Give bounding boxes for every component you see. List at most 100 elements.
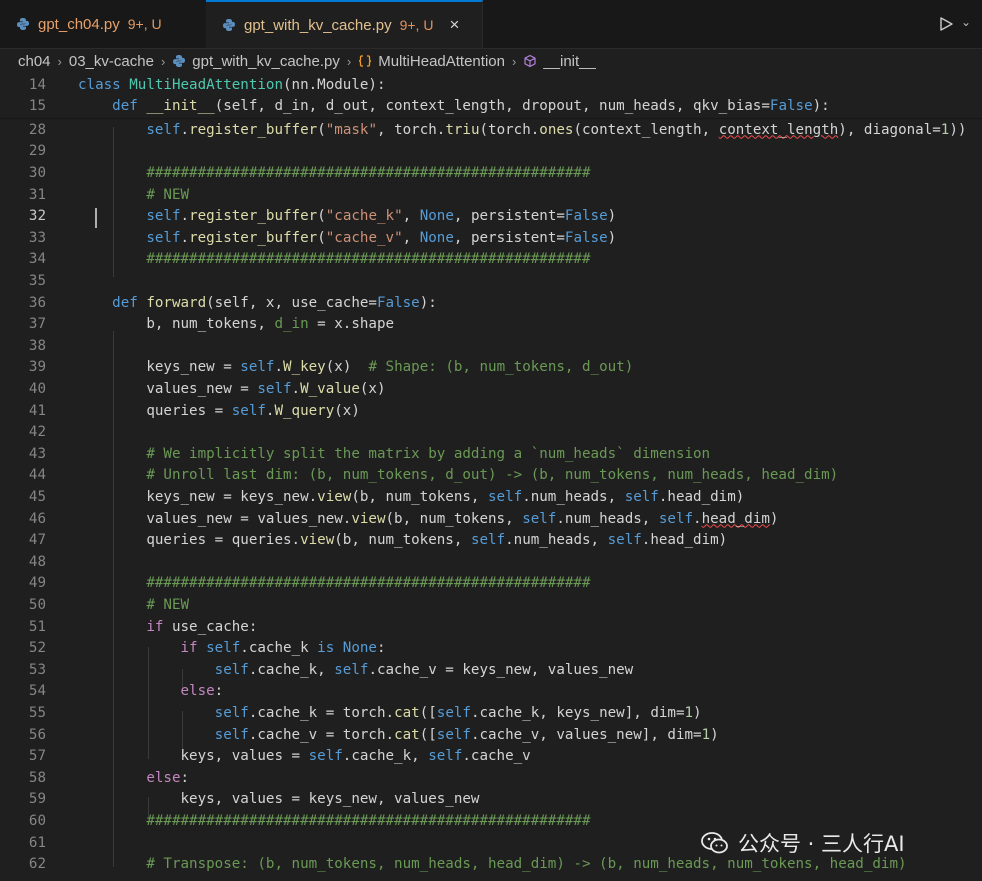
- code-token: False: [769, 98, 813, 115]
- code-line[interactable]: 52 if self.cache_k is None:: [0, 638, 982, 660]
- line-number: 60: [28, 812, 46, 829]
- code-token: values_new = values_new.: [78, 510, 352, 527]
- code-line[interactable]: 49 #####################################…: [0, 573, 982, 595]
- code-token: d_in: [274, 316, 309, 333]
- code-token: ): [607, 229, 617, 246]
- code-token: (: [317, 229, 326, 246]
- code-line[interactable]: 42: [0, 422, 982, 444]
- code-line[interactable]: 53 self.cache_k, self.cache_v = keys_new…: [0, 660, 982, 682]
- code-line[interactable]: 33 self.register_buffer("cache_v", None,…: [0, 228, 982, 250]
- code-token: (b, num_tokens,: [334, 532, 471, 549]
- code-line[interactable]: 37 b, num_tokens, d_in = x.shape: [0, 314, 982, 336]
- python-file-icon: [173, 55, 186, 67]
- code-line[interactable]: 50 # NEW: [0, 595, 982, 617]
- code-line[interactable]: 40 values_new = self.W_value(x): [0, 379, 982, 401]
- code-line[interactable]: 55 self.cache_k = torch.cat([self.cache_…: [0, 703, 982, 725]
- class-symbol-icon: [359, 55, 372, 67]
- code-token: view: [351, 510, 386, 527]
- code-token: :: [214, 683, 224, 700]
- code-token: cat: [394, 704, 420, 721]
- code-line[interactable]: 58 else:: [0, 768, 982, 790]
- wechat-icon: [701, 832, 728, 854]
- code-token: 1: [684, 704, 694, 721]
- code-token: # Transpose: (b, num_tokens, num_heads, …: [146, 856, 907, 873]
- code-token: .cache_v = keys_new, values_new: [368, 661, 634, 678]
- code-token: :: [376, 640, 386, 657]
- close-icon[interactable]: ×: [445, 15, 463, 35]
- code-token: ), diagonal=: [838, 121, 941, 138]
- code-line[interactable]: 34 #####################################…: [0, 249, 982, 271]
- code-text: values_new = values_new.view(b, num_toke…: [78, 509, 778, 531]
- code-line[interactable]: 59 keys, values = keys_new, values_new: [0, 789, 982, 811]
- code-line[interactable]: 57 keys, values = self.cache_k, self.cac…: [0, 746, 982, 768]
- code-token: :: [180, 769, 190, 786]
- line-number: 57: [28, 748, 46, 765]
- code-token: ): [710, 726, 719, 743]
- tab-badge: 9+, U: [127, 16, 162, 32]
- code-line[interactable]: 36 def forward(self, x, use_cache=False)…: [0, 293, 982, 315]
- code-line[interactable]: 39 keys_new = self.W_key(x) # Shape: (b,…: [0, 357, 982, 379]
- code-line[interactable]: 54 else:: [0, 681, 982, 703]
- code-line[interactable]: 29: [0, 141, 982, 163]
- tab-label: gpt_with_kv_cache.py: [244, 16, 392, 34]
- code-line[interactable]: 44 # Unroll last dim: (b, num_tokens, d_…: [0, 465, 982, 487]
- code-line[interactable]: 28 self.register_buffer("mask", torch.tr…: [0, 120, 982, 142]
- code-token: , persistent=: [453, 208, 565, 225]
- code-token: b, num_tokens,: [78, 316, 275, 333]
- code-line[interactable]: 32 self.register_buffer("cache_k", None,…: [0, 206, 982, 228]
- code-line[interactable]: 47 queries = queries.view(b, num_tokens,…: [0, 530, 982, 552]
- code-editor[interactable]: 14 class MultiHeadAttention(nn.Module): 15…: [0, 73, 982, 881]
- code-token: .: [180, 229, 190, 246]
- code-line[interactable]: 15 def __init__(self, d_in, d_out, conte…: [0, 96, 982, 118]
- code-line[interactable]: 56 self.cache_v = torch.cat([self.cache_…: [0, 725, 982, 747]
- code-token: def: [112, 294, 147, 311]
- code-token: (b, num_tokens,: [385, 510, 523, 527]
- code-token: triu: [445, 121, 480, 138]
- code-token: None: [419, 229, 454, 246]
- code-line[interactable]: 45 keys_new = keys_new.view(b, num_token…: [0, 487, 982, 509]
- code-line[interactable]: 43 # We implicitly split the matrix by a…: [0, 444, 982, 466]
- tab-gpt-ch04[interactable]: gpt_ch04.py 9+, U: [0, 0, 205, 48]
- breadcrumb-item[interactable]: 03_kv-cache: [69, 53, 154, 70]
- tab-gpt-with-kv-cache[interactable]: gpt_with_kv_cache.py 9+, U ×: [206, 0, 483, 48]
- watermark-text: 公众号 · 三人行AI: [738, 832, 905, 856]
- code-token: .: [693, 510, 702, 527]
- code-token: self: [146, 121, 181, 138]
- code-token: )): [949, 121, 967, 138]
- breadcrumb-item[interactable]: __init__: [543, 53, 596, 70]
- code-text: keys, values = self.cache_k, self.cache_…: [78, 746, 530, 768]
- code-token: .num_heads,: [522, 488, 625, 505]
- code-text: self.cache_k, self.cache_v = keys_new, v…: [78, 660, 634, 682]
- code-line[interactable]: 38: [0, 336, 982, 358]
- code-text: keys_new = keys_new.view(b, num_tokens, …: [78, 487, 744, 509]
- code-line[interactable]: 51 if use_cache:: [0, 617, 982, 639]
- code-line[interactable]: 31 # NEW: [0, 185, 982, 207]
- breadcrumb-item[interactable]: ch04: [18, 53, 51, 70]
- code-token: .cache_k,: [342, 748, 429, 765]
- code-line[interactable]: 14 class MultiHeadAttention(nn.Module):: [0, 74, 982, 97]
- code-token: view: [317, 488, 352, 505]
- line-number: 15: [28, 98, 46, 115]
- code-line[interactable]: 48: [0, 552, 982, 574]
- code-token: self: [214, 726, 249, 743]
- code-token: head_dim: [701, 510, 770, 527]
- method-symbol-icon: [524, 54, 536, 68]
- code-line[interactable]: 30 #####################################…: [0, 163, 982, 185]
- chevron-down-icon[interactable]: ⌄: [961, 15, 971, 29]
- chevron-right-icon: ›: [57, 53, 62, 69]
- code-text: class MultiHeadAttention(nn.Module):: [78, 75, 386, 97]
- code-line[interactable]: 41 queries = self.W_query(x): [0, 401, 982, 423]
- run-icon[interactable]: [938, 16, 954, 32]
- code-line[interactable]: 46 values_new = values_new.view(b, num_t…: [0, 509, 982, 531]
- line-number: 45: [28, 488, 46, 505]
- code-token: values_new =: [78, 380, 258, 397]
- line-number: 37: [28, 316, 46, 333]
- code-line[interactable]: 35: [0, 271, 982, 293]
- breadcrumb-item[interactable]: gpt_with_kv_cache.py: [192, 53, 340, 70]
- code-token: ):: [812, 98, 830, 115]
- breadcrumb-item[interactable]: MultiHeadAttention: [378, 53, 505, 70]
